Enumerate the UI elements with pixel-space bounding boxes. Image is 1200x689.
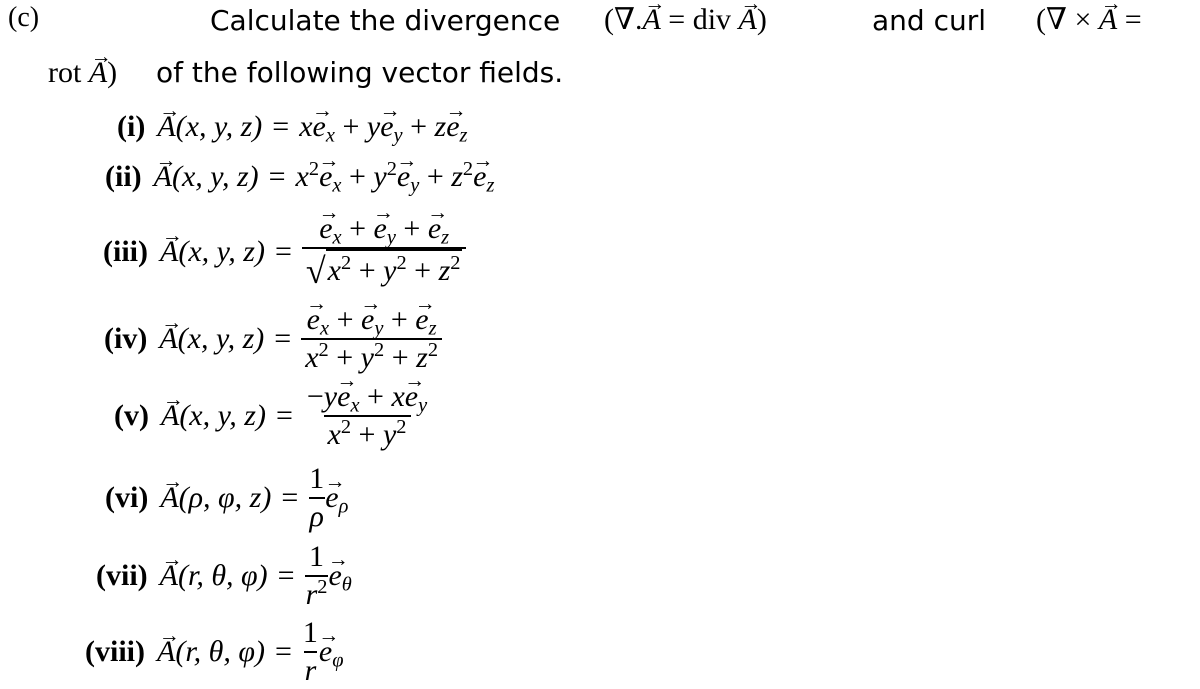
equals-sign: = xyxy=(274,234,292,268)
equation-viii: (viii) A(r, θ, φ) = 1 r eφ xyxy=(85,616,344,689)
arguments: (ρ, φ, z) xyxy=(178,481,272,515)
part-label: (c) xyxy=(8,2,40,33)
equation-label: (v) xyxy=(114,399,149,433)
vector-A: A xyxy=(159,322,177,356)
intro-text: Calculate the divergence xyxy=(210,4,561,37)
arguments: (x, y, z) xyxy=(178,234,265,268)
equals-sign: = xyxy=(1124,3,1142,36)
rot-operator: rot xyxy=(48,56,82,89)
numerator: 1 xyxy=(302,616,318,649)
unit-vector: eφ xyxy=(319,635,344,671)
vector-A: A xyxy=(160,559,178,593)
divergence-definition: (∇.A = div A) xyxy=(604,2,767,37)
equals-sign: = xyxy=(275,635,292,669)
equation-label: (iii) xyxy=(103,234,148,268)
vector-A: A xyxy=(89,56,107,90)
numerator: 1 xyxy=(309,462,325,495)
square-root: √ x2 + y2 + z2 xyxy=(305,248,463,291)
vector-A: A xyxy=(160,235,178,269)
div-operator: div xyxy=(692,3,732,36)
equation-label: (vi) xyxy=(105,481,149,515)
equals-sign: = xyxy=(668,3,686,36)
numerator: 1 xyxy=(309,540,325,573)
equation-label: (iv) xyxy=(104,322,148,356)
numerator: ex + ey + ez xyxy=(303,303,441,339)
nabla-cross: (∇ × xyxy=(1036,3,1092,36)
fraction: ex + ey + ez x2 + y2 + z2 xyxy=(301,303,443,376)
vector-A: A xyxy=(161,399,179,433)
rot-expression: rot A) xyxy=(48,56,117,90)
equals-sign: = xyxy=(272,110,290,143)
equation-vii: (vii) A(r, θ, φ) = 1 r2 eθ xyxy=(96,540,352,613)
denominator: x2 + y2 xyxy=(323,414,411,453)
vector-A: A xyxy=(1099,3,1117,37)
denominator: r2 xyxy=(304,574,329,611)
equation-iv: (iv) A(x, y, z) = ex + ey + ez x2 + y2 +… xyxy=(104,303,443,376)
denominator: r xyxy=(303,650,318,689)
equals-sign: = xyxy=(274,322,292,356)
arguments: (x, y, z) xyxy=(179,399,266,433)
equation-label: (vii) xyxy=(96,559,148,593)
arguments: (r, θ, φ) xyxy=(177,559,268,593)
equation-i: (i) A(x, y, z) = xex + yey + zez xyxy=(117,110,467,146)
following-text: of the following vector fields. xyxy=(156,56,564,89)
unit-vector: eθ xyxy=(328,559,351,595)
equation-label: (ii) xyxy=(105,160,142,193)
fraction: 1 r2 xyxy=(304,540,329,613)
unit-vector: eρ xyxy=(325,481,348,517)
rhs: xex + yey + zez xyxy=(299,110,467,146)
vector-A: A xyxy=(154,160,172,194)
numerator: −yex + xey xyxy=(303,380,431,416)
equation-iii: (iii) A(x, y, z) = ex + ey + ez √ x2 + y… xyxy=(103,212,467,292)
curl-definition: (∇ × A = xyxy=(1036,2,1142,37)
vector-A: A xyxy=(642,3,660,37)
arguments: (x, y, z) xyxy=(177,322,265,356)
nabla-dot: (∇. xyxy=(604,3,643,36)
arguments: (x, y, z) xyxy=(171,160,259,193)
equals-sign: = xyxy=(277,559,295,593)
vector-A: A xyxy=(160,481,178,515)
vector-A: A xyxy=(157,110,175,144)
rhs: x2ex + y2ey + z2ez xyxy=(296,159,495,196)
equation-label: (i) xyxy=(117,110,146,143)
equals-sign: = xyxy=(268,160,286,193)
fraction: 1 r xyxy=(302,616,319,689)
and-curl-text: and curl xyxy=(872,4,987,37)
vector-A: A xyxy=(157,635,175,669)
vector-A: A xyxy=(739,3,757,37)
fraction: −yex + xey x2 + y2 xyxy=(303,380,431,453)
equation-vi: (vi) A(ρ, φ, z) = 1 ρ eρ xyxy=(105,462,348,535)
equation-ii: (ii) A(x, y, z) = x2ex + y2ey + z2ez xyxy=(105,159,495,196)
fraction: ex + ey + ez √ x2 + y2 + z2 xyxy=(301,212,467,292)
arguments: (r, θ, φ) xyxy=(175,635,265,669)
arguments: (x, y, z) xyxy=(175,110,263,143)
denominator: √ x2 + y2 + z2 xyxy=(301,246,467,292)
fraction: 1 ρ xyxy=(308,462,325,535)
equation-v: (v) A(x, y, z) = −yex + xey x2 + y2 xyxy=(114,380,431,453)
equation-label: (viii) xyxy=(85,635,145,669)
equals-sign: = xyxy=(275,399,293,433)
numerator: ex + ey + ez xyxy=(315,212,453,248)
denominator: ρ xyxy=(308,496,325,535)
equals-sign: = xyxy=(281,481,299,515)
